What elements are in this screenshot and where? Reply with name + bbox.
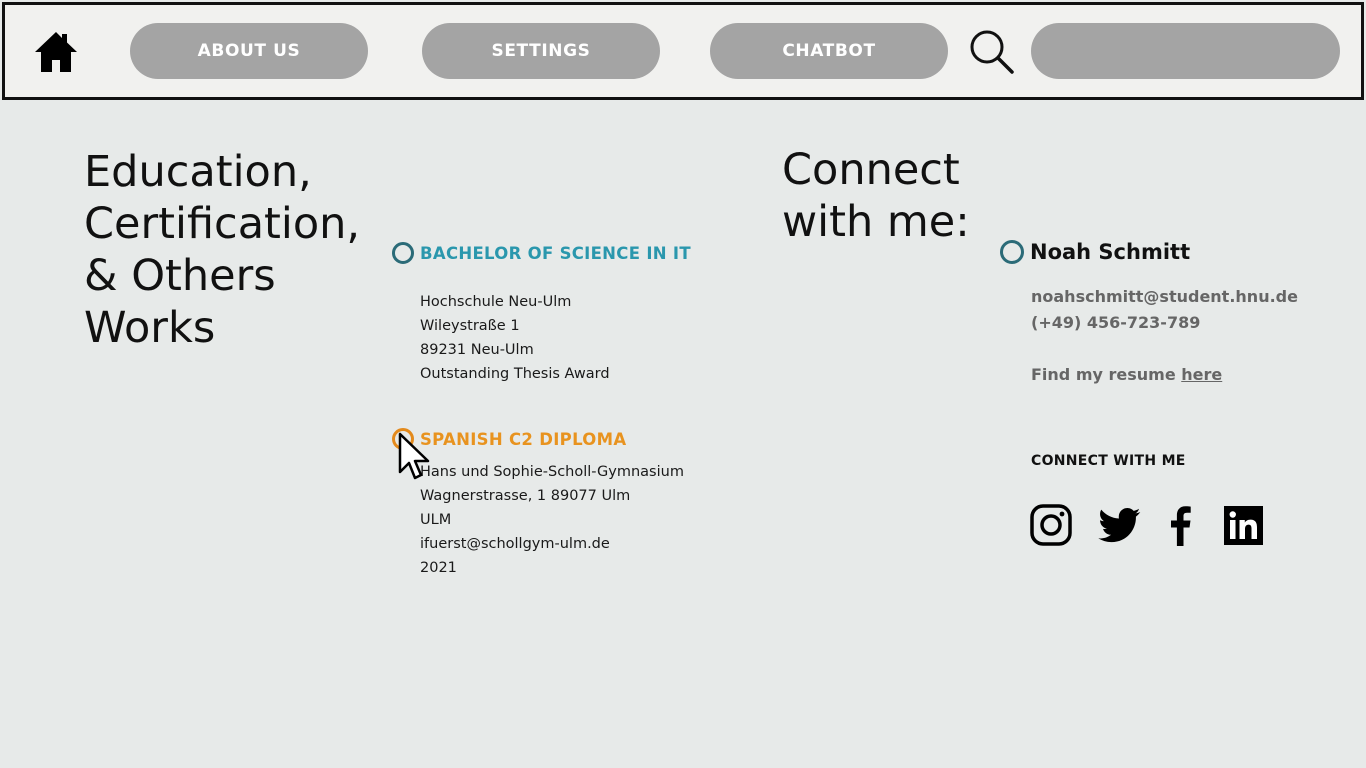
connect-heading: Connect with me: <box>782 145 970 247</box>
search-button[interactable] <box>967 27 1015 75</box>
entry-line: Wileystraße 1 <box>420 318 520 334</box>
entry-line: Hochschule Neu-Ulm <box>420 294 572 310</box>
entry-line: 89231 Neu-Ulm <box>420 342 534 358</box>
bullet-circle-icon <box>392 242 414 264</box>
facebook-icon <box>1171 506 1191 546</box>
resume-line: Find my resume here <box>1031 362 1298 388</box>
contact-name: Noah Schmitt <box>1030 240 1191 264</box>
education-heading: Education, Certification, & Others Works <box>84 147 361 353</box>
search-input[interactable] <box>1031 23 1340 79</box>
settings-button[interactable]: SETTINGS <box>422 23 660 79</box>
entry-line: Outstanding Thesis Award <box>420 366 610 382</box>
entry-line: Hans und Sophie-Scholl-Gymnasium <box>420 464 684 480</box>
entry-line: ifuerst@schollgym-ulm.de <box>420 536 610 552</box>
facebook-link[interactable] <box>1160 504 1202 546</box>
linkedin-icon <box>1224 506 1263 545</box>
instagram-icon <box>1030 504 1072 546</box>
entry-line: ULM <box>420 512 452 528</box>
contact-phone: (+49) 456-723-789 <box>1031 313 1201 332</box>
home-icon <box>35 32 77 72</box>
chatbot-button[interactable]: CHATBOT <box>710 23 948 79</box>
search-icon <box>970 30 1014 74</box>
about-us-button[interactable]: ABOUT US <box>130 23 368 79</box>
top-navbar: ABOUT US SETTINGS CHATBOT <box>2 2 1364 100</box>
entry-line: Wagnerstrasse, 1 89077 Ulm <box>420 488 631 504</box>
entry-line: 2021 <box>420 560 457 576</box>
connect-subheading: CONNECT WITH ME <box>1031 453 1186 469</box>
education-entry: BACHELOR OF SCIENCE IN IT Hochschule Neu… <box>392 242 691 386</box>
bullet-circle-icon <box>1000 240 1024 264</box>
contact-block: Noah Schmitt noahschmitt@student.hnu.de … <box>1000 240 1298 388</box>
linkedin-link[interactable] <box>1223 504 1265 546</box>
entry-title: BACHELOR OF SCIENCE IN IT <box>420 243 691 263</box>
resume-prefix: Find my resume <box>1031 365 1182 384</box>
education-entry: SPANISH C2 DIPLOMA Hans und Sophie-Schol… <box>392 428 684 580</box>
entry-title: SPANISH C2 DIPLOMA <box>420 429 627 449</box>
twitter-icon <box>1098 508 1141 543</box>
bullet-circle-icon[interactable] <box>392 428 414 450</box>
home-button[interactable] <box>31 29 81 75</box>
instagram-link[interactable] <box>1030 504 1072 546</box>
twitter-link[interactable] <box>1098 504 1141 546</box>
resume-link[interactable]: here <box>1181 365 1222 384</box>
contact-email: noahschmitt@student.hnu.de <box>1031 287 1298 306</box>
